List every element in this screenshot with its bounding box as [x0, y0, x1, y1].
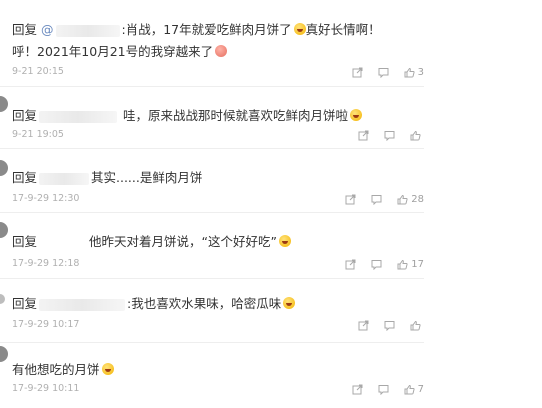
timestamp: 9-21 20:15: [12, 66, 64, 77]
comment-body: 他昨天对着月饼说，“这个好好吃”: [89, 234, 277, 249]
like-button[interactable]: 28: [397, 194, 424, 205]
comment-button[interactable]: [384, 320, 395, 331]
emoji-icon: [101, 363, 114, 375]
comment-actions: [314, 128, 424, 142]
like-button[interactable]: [410, 130, 424, 141]
comment-icon: [378, 384, 389, 395]
emoji-icon: [350, 109, 363, 121]
share-icon: [358, 130, 369, 140]
comment-actions: 17: [314, 257, 424, 271]
thumbs-up-icon: [404, 67, 415, 77]
comment-actions: 7: [314, 382, 424, 396]
reply-label[interactable]: 回复: [12, 22, 37, 37]
comment-actions: [314, 318, 424, 332]
share-button[interactable]: [352, 384, 363, 395]
avatar[interactable]: [0, 222, 8, 238]
comment-text: 回复 哇，原来战战那时候就喜欢吃鲜肉月饼啦: [12, 106, 422, 126]
timestamp: 17-9-29 10:11: [12, 383, 80, 394]
comment-button[interactable]: [371, 194, 382, 205]
share-icon: [352, 384, 363, 394]
like-count: 28: [411, 193, 424, 205]
comment-icon: [384, 130, 395, 141]
comment-button[interactable]: [378, 384, 389, 395]
emoji-icon: [215, 45, 228, 57]
comment-body: 有他想吃的月饼: [12, 362, 100, 377]
comment-text: 有他想吃的月饼: [12, 360, 422, 380]
share-icon: [352, 67, 363, 77]
thumbs-up-icon: [410, 320, 421, 330]
reply-label[interactable]: 回复: [12, 296, 37, 311]
comment-body: :肖战，17年就爱吃鲜肉月饼了: [121, 22, 292, 37]
comment-actions: 3: [314, 65, 424, 79]
comment-body-line2: 呼！2021年10月21号的我穿越来了: [12, 44, 214, 59]
share-icon: [358, 320, 369, 330]
comment-text: 回复 其实......是鲜肉月饼: [12, 168, 422, 188]
blurred-username: [39, 110, 118, 123]
emoji-icon: [283, 297, 296, 309]
thumbs-up-icon: [397, 194, 408, 204]
comment-icon: [371, 259, 382, 270]
blurred-username: [55, 24, 120, 37]
like-count: 17: [411, 258, 424, 270]
blank-panel: [424, 0, 542, 408]
comment-body: 哇，原来战战那时候就喜欢吃鲜肉月饼啦: [123, 108, 349, 123]
thumbs-up-icon: [410, 130, 421, 140]
comment-text: 回复 @ :肖战，17年就爱吃鲜肉月饼了 真好长情啊！: [12, 20, 422, 40]
share-button[interactable]: [358, 130, 369, 141]
blurred-username: [39, 236, 88, 249]
comment-actions: 28: [314, 192, 424, 206]
like-button[interactable]: 17: [397, 259, 424, 270]
share-icon: [345, 259, 356, 269]
comment-icon: [371, 194, 382, 205]
like-button[interactable]: 7: [404, 384, 424, 395]
timestamp: 17-9-29 12:30: [12, 193, 80, 204]
blurred-username: [39, 172, 90, 185]
share-button[interactable]: [352, 67, 363, 78]
comment-body: :我也喜欢水果味，哈密瓜味: [127, 296, 282, 311]
thumbs-up-icon: [404, 384, 415, 394]
avatar[interactable]: [0, 294, 5, 304]
comment-text: 回复 他昨天对着月饼说，“这个好好吃”: [12, 232, 422, 252]
comment-icon: [384, 320, 395, 331]
comment-text: 回复 :我也喜欢水果味，哈密瓜味: [12, 294, 422, 314]
like-button[interactable]: [410, 320, 424, 331]
share-button[interactable]: [345, 194, 356, 205]
timestamp: 9-21 19:05: [12, 129, 64, 140]
reply-label[interactable]: 回复: [12, 234, 37, 249]
avatar[interactable]: [0, 346, 8, 362]
timestamp: 17-9-29 10:17: [12, 319, 80, 330]
comment-icon: [378, 67, 389, 78]
share-button[interactable]: [345, 259, 356, 270]
comment-text-line2: 呼！2021年10月21号的我穿越来了: [12, 42, 422, 62]
avatar[interactable]: [0, 160, 8, 176]
avatar[interactable]: [0, 96, 8, 112]
reply-label[interactable]: 回复: [12, 108, 37, 123]
comment-body-tail: 真好长情啊！: [305, 22, 381, 37]
comment-button[interactable]: [371, 259, 382, 270]
blurred-username: [39, 298, 126, 311]
comment-body: 其实......是鲜肉月饼: [91, 170, 203, 185]
mention-link[interactable]: @: [41, 22, 54, 37]
emoji-icon: [293, 23, 306, 35]
share-icon: [345, 194, 356, 204]
share-button[interactable]: [358, 320, 369, 331]
comment-button[interactable]: [378, 67, 389, 78]
emoji-icon: [278, 235, 291, 247]
reply-label[interactable]: 回复: [12, 170, 37, 185]
timestamp: 17-9-29 12:18: [12, 258, 80, 269]
comment-button[interactable]: [384, 130, 395, 141]
thumbs-up-icon: [397, 259, 408, 269]
like-button[interactable]: 3: [404, 67, 424, 78]
